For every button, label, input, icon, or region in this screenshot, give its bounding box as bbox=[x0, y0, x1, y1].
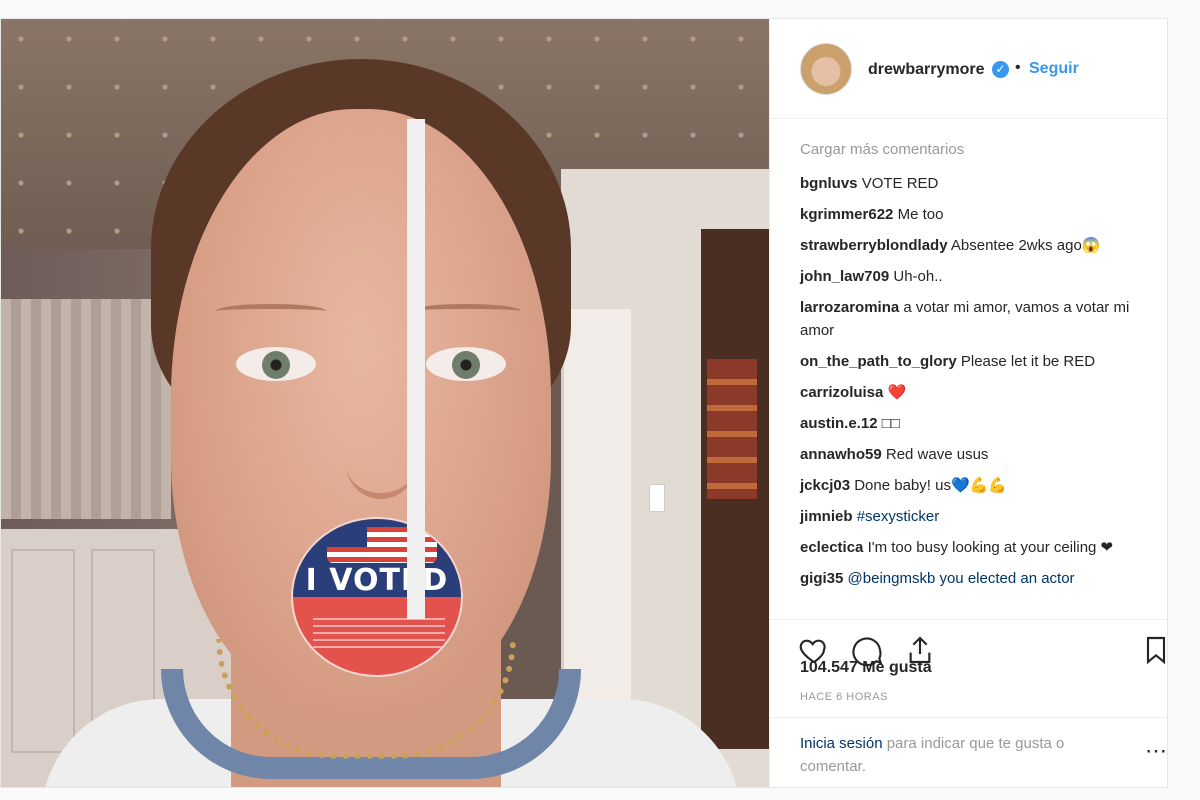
avatar[interactable] bbox=[800, 43, 852, 95]
comment-item: annawho59 Red wave usus bbox=[800, 443, 1150, 466]
comment-username-link[interactable]: gigi35 bbox=[800, 570, 843, 587]
comments-section: Cargar más comentarios bgnluvs VOTE RED k… bbox=[770, 119, 1168, 619]
adjacent-room bbox=[701, 229, 769, 749]
comment-username-link[interactable]: eclectica bbox=[800, 539, 863, 556]
comment-item: gigi35 @beingmskb you elected an actor bbox=[800, 567, 1150, 590]
post-photo[interactable]: I VOTED bbox=[1, 19, 769, 787]
comment-item: carrizoluisa ❤️ bbox=[800, 381, 1150, 404]
comment-text: □□ bbox=[881, 415, 900, 432]
comments-scrollbar[interactable] bbox=[407, 119, 425, 619]
right-eye bbox=[426, 347, 506, 381]
comment-item: on_the_path_to_glory Please let it be RE… bbox=[800, 350, 1150, 373]
comment-item: jimnieb #sexysticker bbox=[800, 505, 1150, 528]
comment-item: kgrimmer622 Me too bbox=[800, 203, 1150, 226]
sticker-fine-print bbox=[313, 613, 445, 653]
comment-username-link[interactable]: carrizoluisa bbox=[800, 384, 883, 401]
post-frame: I VOTED drewbarrymore ✓ • Seguir Cargar … bbox=[0, 18, 1168, 788]
comment-list: bgnluvs VOTE RED kgrimmer622 Me too strawb… bbox=[800, 172, 1150, 598]
light-switch bbox=[649, 484, 665, 512]
comment-text: Uh-oh.. bbox=[893, 268, 943, 285]
comment-item: austin.e.12 □□ bbox=[800, 412, 1150, 435]
comment-username-link[interactable]: strawberryblondlady bbox=[800, 237, 948, 254]
comment-username-link[interactable]: jckcj03 bbox=[800, 477, 850, 494]
login-link[interactable]: Inicia sesión bbox=[800, 735, 883, 752]
bookmark-icon[interactable] bbox=[1140, 634, 1172, 666]
comment-text[interactable]: @beingmskb you elected an actor bbox=[848, 570, 1075, 587]
likes-count[interactable]: 104.547 Me gusta bbox=[800, 659, 932, 677]
curtain bbox=[1, 299, 171, 519]
comment-text: Red wave usus bbox=[885, 446, 989, 463]
more-options-icon[interactable]: ⋯ bbox=[1145, 738, 1167, 764]
comment-item: jckcj03 Done baby! us💙💪💪 bbox=[800, 474, 1150, 497]
comment-item: larrozaromina a votar mi amor, vamos a v… bbox=[800, 296, 1150, 342]
comment-username-link[interactable]: bgnluvs bbox=[800, 175, 858, 192]
comment-text: Done baby! us💙💪💪 bbox=[854, 477, 1007, 494]
comment-username-link[interactable]: on_the_path_to_glory bbox=[800, 353, 957, 370]
comment-text: Me too bbox=[897, 206, 944, 223]
comment-item: strawberryblondlady Absentee 2wks ago😱 bbox=[800, 234, 1150, 257]
comment-username-link[interactable]: jimnieb bbox=[800, 508, 853, 525]
comment-text[interactable]: #sexysticker bbox=[857, 508, 940, 525]
i-voted-sticker: I VOTED bbox=[291, 517, 463, 677]
login-text: Inicia sesión para indicar que te gusta … bbox=[800, 732, 1120, 778]
post-header: drewbarrymore ✓ • Seguir bbox=[770, 19, 1168, 119]
comment-text: Please let it be RED bbox=[960, 353, 1096, 370]
right-eyebrow bbox=[411, 304, 521, 318]
separator-dot: • bbox=[1015, 59, 1021, 76]
comment-text: ❤️ bbox=[887, 384, 907, 401]
comment-text: I'm too busy looking at your ceiling ❤ bbox=[867, 539, 1114, 556]
login-prompt: Inicia sesión para indicar que te gusta … bbox=[770, 717, 1168, 787]
nose bbox=[346, 399, 416, 499]
left-eye bbox=[236, 347, 316, 381]
side-panel: drewbarrymore ✓ • Seguir Cargar más come… bbox=[769, 19, 1168, 787]
comment-text: VOTE RED bbox=[861, 175, 939, 192]
comment-item: bgnluvs VOTE RED bbox=[800, 172, 1150, 195]
verified-badge-icon: ✓ bbox=[992, 61, 1009, 78]
left-eyebrow bbox=[216, 304, 326, 318]
comment-item: eclectica I'm too busy looking at your c… bbox=[800, 536, 1150, 559]
comment-username-link[interactable]: annawho59 bbox=[800, 446, 882, 463]
comment-username-link[interactable]: larrozaromina bbox=[800, 299, 899, 316]
sticker-text: I VOTED bbox=[305, 563, 449, 598]
comment-text: Absentee 2wks ago😱 bbox=[950, 237, 1101, 254]
comment-username-link[interactable]: john_law709 bbox=[800, 268, 889, 285]
load-more-comments-link[interactable]: Cargar más comentarios bbox=[800, 141, 964, 158]
comment-username-link[interactable]: kgrimmer622 bbox=[800, 206, 893, 223]
follow-button[interactable]: Seguir bbox=[1029, 60, 1079, 78]
comment-item: john_law709 Uh-oh.. bbox=[800, 265, 1150, 288]
post-time: HACE 6 HORAS bbox=[800, 691, 888, 703]
comment-username-link[interactable]: austin.e.12 bbox=[800, 415, 878, 432]
username-link[interactable]: drewbarrymore bbox=[868, 61, 985, 79]
door bbox=[561, 309, 631, 729]
